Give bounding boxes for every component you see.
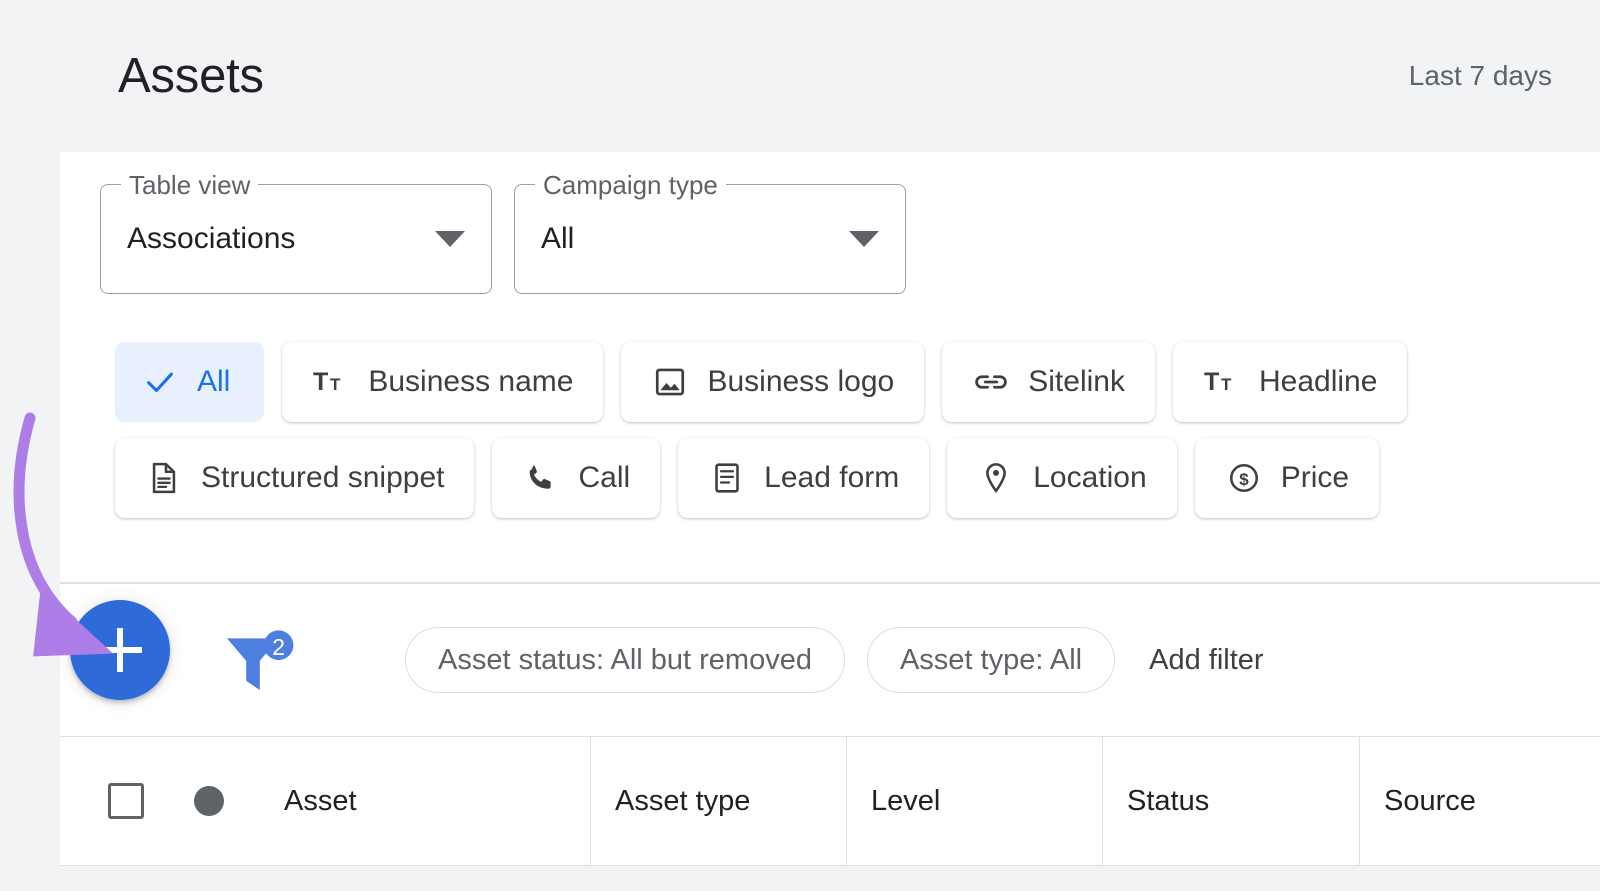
chip-call[interactable]: Call: [492, 438, 661, 518]
date-range-label[interactable]: Last 7 days: [1409, 60, 1552, 92]
location-pin-icon: [977, 459, 1015, 497]
campaign-type-value: All: [541, 222, 575, 255]
chip-location[interactable]: Location: [947, 438, 1177, 518]
svg-text:T: T: [1221, 375, 1232, 394]
chip-label: Business name: [368, 365, 574, 398]
link-icon: [972, 363, 1010, 401]
chip-lead-form[interactable]: Lead form: [678, 438, 930, 518]
plus-icon: [98, 628, 142, 672]
column-label-level: Level: [871, 784, 941, 817]
column-label-asset-type: Asset type: [615, 784, 751, 817]
svg-text:$: $: [1239, 470, 1249, 489]
chip-business-logo[interactable]: Business logo: [621, 342, 925, 422]
filter-chip-label: Asset type: All: [899, 643, 1083, 676]
table-header-cell-status[interactable]: Status: [1103, 737, 1360, 865]
page-bottom-gap: [0, 866, 1600, 891]
chip-label: Sitelink: [1028, 365, 1125, 398]
chip-business-name[interactable]: TT Business name: [282, 342, 604, 422]
chip-sitelink[interactable]: Sitelink: [942, 342, 1155, 422]
campaign-type-legend: Campaign type: [535, 170, 726, 200]
chip-label: Business logo: [707, 365, 895, 398]
chip-all[interactable]: All: [115, 342, 265, 422]
column-label-source: Source: [1384, 784, 1476, 817]
svg-text:T: T: [330, 375, 341, 394]
chip-label: Price: [1280, 461, 1350, 494]
campaign-type-select[interactable]: Campaign type All: [514, 170, 906, 294]
image-icon: [651, 363, 689, 401]
filter-chip-list: Asset status: All but removed Asset type…: [405, 584, 1276, 736]
table-header-cell-asset-type[interactable]: Asset type: [591, 737, 847, 865]
filter-chip-asset-type[interactable]: Asset type: All: [866, 627, 1116, 693]
dollar-circle-icon: $: [1225, 459, 1263, 497]
svg-text:T: T: [313, 368, 328, 396]
chip-price[interactable]: $ Price: [1194, 438, 1380, 518]
table-header-row: Asset Asset type Level Status Source: [60, 736, 1600, 866]
chip-label: Structured snippet: [201, 461, 445, 494]
table-header-cell-level[interactable]: Level: [847, 737, 1103, 865]
table-view-legend: Table view: [121, 170, 259, 200]
table-view-value: Associations: [127, 222, 296, 255]
table-toolbar: 2 Asset status: All but removed Asset ty…: [60, 584, 1600, 736]
chevron-down-icon: [435, 231, 465, 247]
filter-chip-asset-status[interactable]: Asset status: All but removed: [405, 627, 845, 693]
chevron-down-icon: [849, 231, 879, 247]
check-icon: [141, 363, 179, 401]
column-label-asset[interactable]: Asset: [284, 785, 357, 818]
table-header-cell-asset: Asset: [60, 737, 591, 865]
chip-label: Headline: [1258, 365, 1378, 398]
phone-icon: [522, 459, 560, 497]
document-icon: [145, 459, 183, 497]
page-header: Assets Last 7 days: [0, 0, 1600, 152]
svg-text:T: T: [1204, 368, 1219, 396]
filter-chip-label: Asset status: All but removed: [438, 643, 812, 676]
content-card: Table view Associations Campaign type Al…: [60, 152, 1600, 891]
asset-type-chip-group: All TT Business name Business logo Sitel…: [115, 342, 1600, 534]
filter-icon[interactable]: 2: [222, 630, 298, 700]
status-dot-icon: [194, 786, 224, 816]
select-all-checkbox[interactable]: [108, 783, 144, 819]
add-asset-button[interactable]: [70, 600, 170, 700]
chip-label: All: [197, 365, 231, 398]
filter-count-badge: 2: [272, 634, 285, 660]
chip-label: Location: [1033, 461, 1147, 494]
form-icon: [708, 459, 746, 497]
chip-headline[interactable]: TT Headline: [1172, 342, 1408, 422]
add-filter-button[interactable]: Add filter: [1137, 644, 1275, 677]
asset-type-chip-row-2: Structured snippet Call Lead form Locati…: [115, 438, 1600, 518]
page-title: Assets: [118, 48, 264, 103]
table-view-select[interactable]: Table view Associations: [100, 170, 492, 294]
chip-label: Call: [578, 461, 631, 494]
selectors-row: Table view Associations Campaign type Al…: [100, 170, 906, 294]
table-header-cell-source[interactable]: Source: [1360, 737, 1600, 865]
column-label-status: Status: [1127, 784, 1210, 817]
text-format-icon: TT: [1203, 363, 1241, 401]
asset-type-chip-row-1: All TT Business name Business logo Sitel…: [115, 342, 1600, 422]
chip-label: Lead form: [764, 461, 900, 494]
text-format-icon: TT: [312, 363, 350, 401]
chip-structured-snippet[interactable]: Structured snippet: [115, 438, 475, 518]
